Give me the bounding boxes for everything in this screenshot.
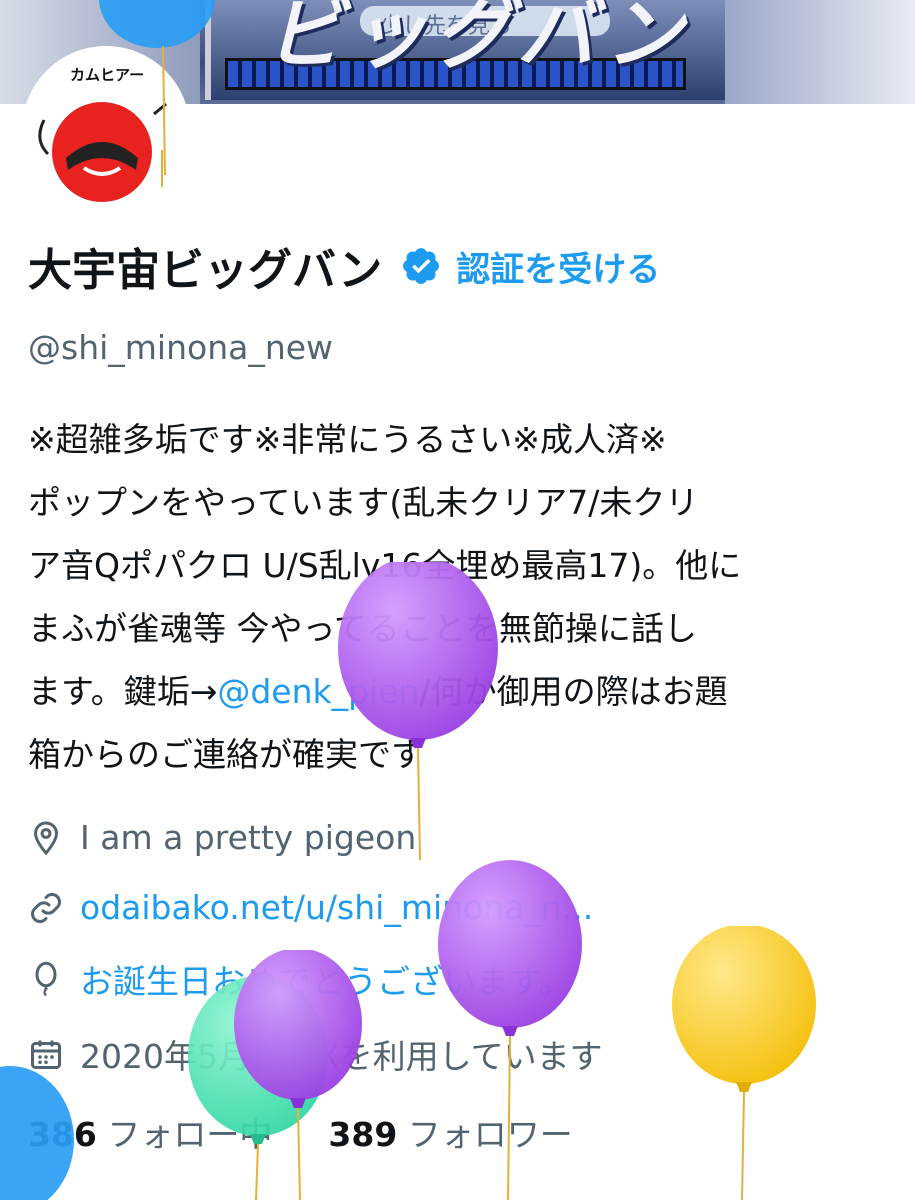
get-verified-link[interactable]: 認証を受ける [456, 242, 660, 291]
balloon-icon [35, 961, 57, 997]
verified-badge-icon[interactable] [400, 245, 442, 287]
balloon-purple-right [438, 860, 582, 1200]
bio-text: ます。鍵垢→ [28, 672, 218, 711]
bio-line: ※超雑多垢です※非常にうるさい※成人済※ [28, 420, 667, 459]
display-name: 大宇宙ビッグバン [28, 245, 383, 296]
banner-title: ビッグバン [265, 0, 689, 80]
balloon-purple-center [338, 562, 498, 861]
user-handle: @shi_minona_new [28, 328, 334, 367]
balloon-yellow [672, 926, 816, 1200]
link-icon [31, 892, 61, 923]
balloon-blue-bottom [0, 1066, 74, 1200]
balloon-blue-top [99, 0, 215, 176]
balloon-purple-left [234, 950, 362, 1200]
name-row: 大宇宙ビッグバン 認証を受ける [28, 236, 660, 296]
location-pin-icon [33, 820, 59, 855]
bio-line: ポップンをやっています(乱未クリア7/未クリ [28, 483, 699, 522]
banner-right-decoration [725, 0, 915, 104]
